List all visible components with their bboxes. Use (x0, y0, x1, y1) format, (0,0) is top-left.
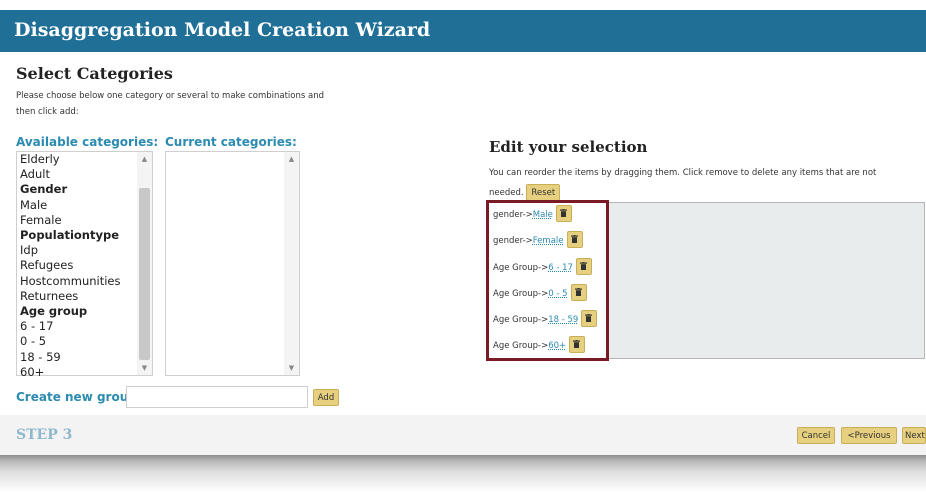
scroll-up-arrow-icon[interactable]: ▲ (284, 155, 299, 163)
previous-button[interactable]: <Previous (841, 427, 897, 444)
selected-item-value[interactable]: 0 - 5 (548, 289, 567, 299)
add-button[interactable]: Add (313, 389, 339, 406)
selected-item[interactable]: Age Group->0 - 5 (493, 284, 587, 303)
category-option[interactable]: Hostcommunities (20, 274, 121, 289)
selected-item-group: gender-> (493, 236, 533, 246)
trash-icon[interactable] (569, 336, 586, 353)
scrollbar-thumb[interactable] (139, 188, 150, 360)
selected-item[interactable]: Age Group->60+ (493, 336, 586, 355)
selected-item-group: Age Group-> (493, 289, 549, 299)
cancel-button[interactable]: Cancel (797, 427, 835, 444)
section-title: Select Categories (16, 64, 173, 83)
current-categories-label: Current categories: (165, 135, 297, 149)
category-option[interactable]: Female (20, 213, 121, 228)
section-instructions: Please choose below one category or seve… (16, 91, 325, 117)
scroll-up-arrow-icon[interactable]: ▲ (137, 155, 152, 163)
category-group-header[interactable]: Age group (20, 304, 121, 319)
selected-item-group: Age Group-> (493, 341, 549, 351)
selected-item-value[interactable]: Female (533, 236, 564, 246)
selected-item-value[interactable]: Male (533, 210, 553, 220)
edit-selection-title: Edit your selection (489, 138, 648, 156)
selected-item[interactable]: gender->Male (493, 205, 572, 224)
selected-item-group: Age Group-> (493, 263, 549, 273)
available-items: Elderly Adult Gender Male Female Populationty… (20, 152, 121, 380)
trash-icon[interactable] (566, 231, 583, 248)
edit-selection-instructions: You can reorder the items by dragging th… (489, 163, 909, 203)
trash-icon[interactable] (570, 284, 587, 301)
new-group-input[interactable] (126, 386, 308, 408)
selected-item-value[interactable]: 18 - 59 (548, 315, 578, 325)
trash-icon[interactable] (555, 205, 572, 222)
wizard-title: Disaggregation Model Creation Wizard (14, 19, 431, 41)
step-indicator: STEP 3 (16, 427, 73, 443)
window-shadow (0, 455, 926, 493)
selected-item[interactable]: Age Group->6 - 17 (493, 258, 592, 277)
category-option[interactable]: 0 - 5 (20, 334, 121, 349)
trash-icon[interactable] (581, 310, 598, 327)
selected-item[interactable]: gender->Female (493, 231, 583, 250)
trash-icon[interactable] (575, 258, 592, 275)
category-option[interactable]: Returnees (20, 289, 121, 304)
category-option[interactable]: Refugees (20, 258, 121, 273)
selected-item-group: gender-> (493, 210, 533, 220)
category-option[interactable]: Adult (20, 167, 121, 182)
create-new-group-label: Create new group: (16, 390, 142, 404)
category-option[interactable]: Idp (20, 243, 121, 258)
category-option[interactable]: Male (20, 198, 121, 213)
available-categories-label: Available categories: (16, 135, 159, 149)
selected-items-list[interactable]: gender->Male gender->Female Age Group->6 -… (486, 200, 609, 361)
scroll-down-arrow-icon[interactable]: ▼ (284, 364, 299, 372)
wizard-footer: Cancel <Previous Next (0, 415, 926, 455)
current-list-scrollbar[interactable]: ▲ ▼ (284, 152, 299, 375)
category-option[interactable]: 60+ (20, 365, 121, 380)
category-option[interactable]: Elderly (20, 152, 121, 167)
selected-item-group: Age Group-> (493, 315, 549, 325)
category-option[interactable]: 6 - 17 (20, 319, 121, 334)
reset-button[interactable]: Reset (526, 184, 561, 201)
selected-item-value[interactable]: 6 - 17 (548, 263, 573, 273)
selected-item-value[interactable]: 60+ (548, 341, 566, 351)
available-categories-list[interactable]: Elderly Adult Gender Male Female Populationty… (16, 151, 153, 379)
category-group-header[interactable]: Populationtype (20, 228, 121, 243)
available-list-scrollbar[interactable]: ▲ ▼ (137, 152, 152, 375)
next-button[interactable]: Next (902, 427, 926, 444)
scroll-down-arrow-icon[interactable]: ▼ (137, 364, 152, 372)
selected-item[interactable]: Age Group->18 - 59 (493, 310, 598, 329)
category-option[interactable]: 18 - 59 (20, 350, 121, 365)
wizard-header: Disaggregation Model Creation Wizard (0, 10, 926, 52)
category-group-header[interactable]: Gender (20, 182, 121, 197)
current-categories-list[interactable]: ▲ ▼ (165, 151, 300, 376)
